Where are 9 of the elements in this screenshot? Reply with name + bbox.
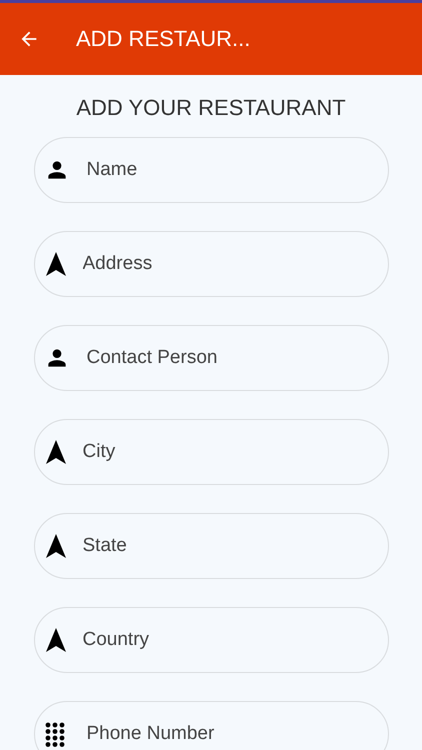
input-field[interactable]: Name <box>34 137 388 203</box>
input-field[interactable]: Address <box>34 231 388 297</box>
input-field[interactable]: Country <box>34 607 388 673</box>
input-field[interactable]: Contact Person <box>34 325 388 391</box>
input-field[interactable]: City <box>34 419 388 485</box>
input-field[interactable]: Phone Number <box>34 701 388 750</box>
input-field[interactable]: State <box>34 513 388 579</box>
form-heading: ADD YOUR RESTAURANT <box>76 95 346 121</box>
screen-title: ADD RESTAUR... <box>76 26 250 52</box>
